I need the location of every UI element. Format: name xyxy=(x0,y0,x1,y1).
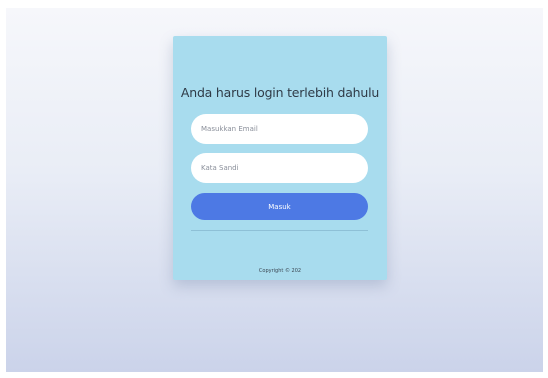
login-card: Anda harus login terlebih dahulu Masuk C… xyxy=(173,36,387,280)
login-button[interactable]: Masuk xyxy=(191,193,368,220)
password-input[interactable] xyxy=(191,153,368,183)
email-input[interactable] xyxy=(191,114,368,144)
page-background: Anda harus login terlebih dahulu Masuk C… xyxy=(6,8,543,372)
login-title: Anda harus login terlebih dahulu xyxy=(180,85,380,100)
copyright-text: Copyright © 202 xyxy=(258,268,302,274)
divider xyxy=(191,230,368,231)
